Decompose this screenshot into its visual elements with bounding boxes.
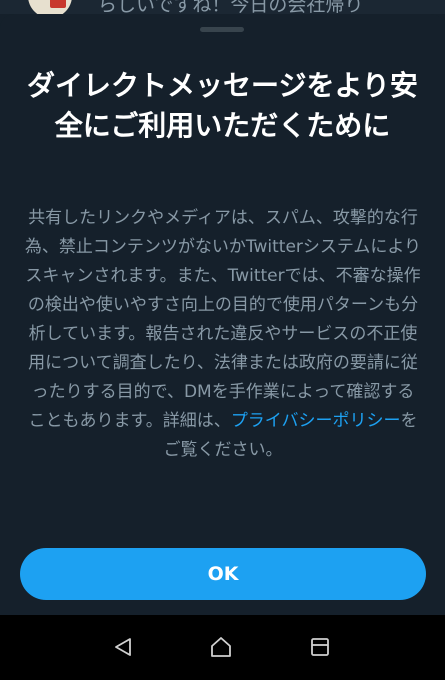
dialog-body: 共有したリンクやメディアは、スパム、攻撃的な行為、禁止コンテンツがないかTwit… — [24, 204, 422, 465]
android-navigation-bar — [0, 615, 445, 680]
ok-button[interactable]: OK — [20, 548, 426, 600]
home-icon[interactable] — [201, 629, 241, 665]
dm-safety-dialog: ダイレクトメッセージをより安全にご利用いただくために 共有したリンクやメディアは… — [0, 14, 445, 615]
back-triangle-icon[interactable] — [103, 629, 143, 665]
dialog-title: ダイレクトメッセージをより安全にご利用いただくために — [27, 69, 418, 142]
privacy-policy-link[interactable]: プライバシーポリシー — [231, 411, 401, 431]
screen: らしいですね！今日の会社帰り ダイレクトメッセージをより安全にご利用いただくため… — [0, 0, 445, 680]
recent-apps-icon[interactable] — [300, 629, 340, 665]
background-post-row: らしいですね！今日の会社帰り — [0, 0, 445, 14]
background-post-text: らしいですね！今日の会社帰り — [98, 0, 364, 14]
sheet-drag-handle[interactable] — [200, 27, 244, 32]
dialog-body-text: 共有したリンクやメディアは、スパム、攻撃的な行為、禁止コンテンツがないかTwit… — [24, 208, 422, 431]
avatar — [28, 0, 72, 14]
